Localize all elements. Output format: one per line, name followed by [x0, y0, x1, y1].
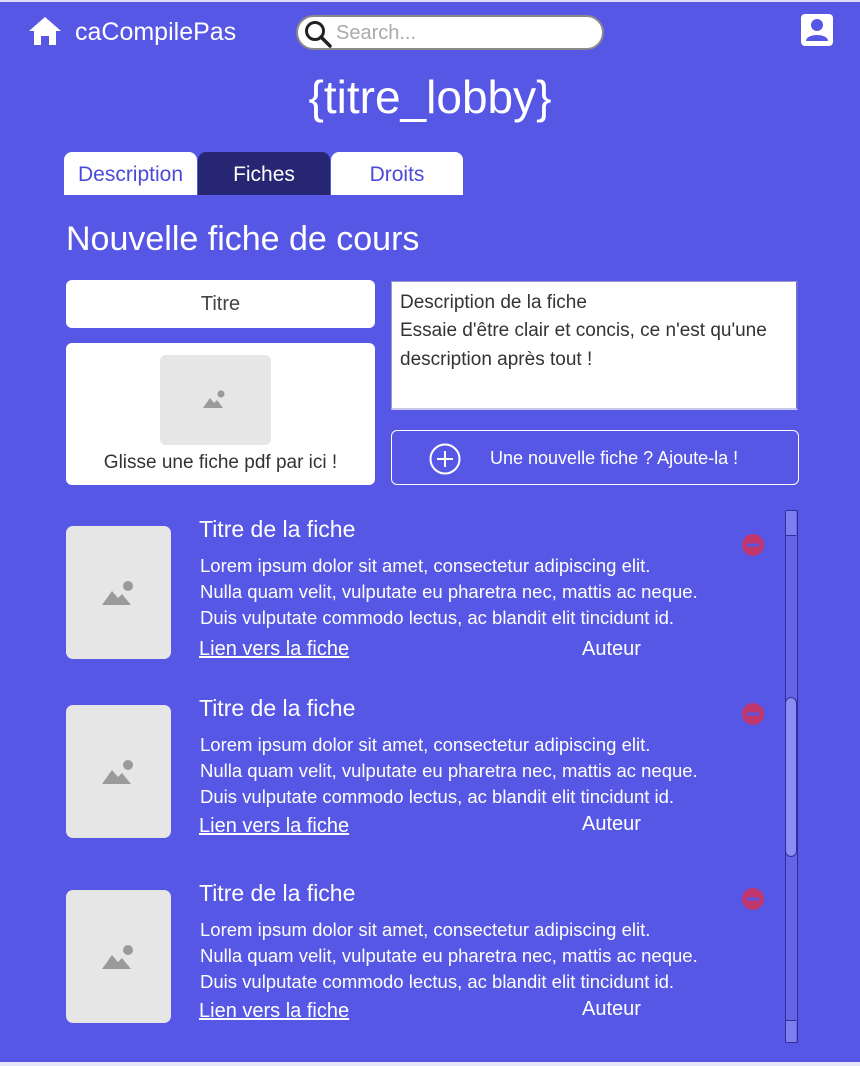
title-field[interactable] — [66, 280, 375, 328]
list-scrollbar[interactable] — [785, 510, 798, 1043]
scroll-down-button[interactable] — [786, 1020, 796, 1042]
fiche-author: Auteur — [582, 998, 641, 1020]
fiche-description: Lorem ipsum dolor sit amet, consectetur … — [200, 919, 698, 992]
description-line-1: Description de la fiche — [400, 292, 587, 313]
image-placeholder-icon — [102, 760, 133, 784]
fiche-description: Lorem ipsum dolor sit amet, consectetur … — [200, 555, 698, 628]
pdf-dropzone[interactable]: Glisse une fiche pdf par ici ! — [66, 343, 375, 485]
lobby-title: {titre_lobby} — [308, 71, 552, 123]
list-item: Titre de la fiche Lorem ipsum dolor sit … — [66, 516, 766, 676]
tab-description[interactable]: Description — [64, 152, 197, 195]
tab-fiches[interactable]: Fiches — [198, 152, 330, 195]
fiche-thumbnail — [66, 705, 171, 838]
description-field[interactable]: Description de la fiche Essaie d'être cl… — [391, 281, 798, 410]
home-icon[interactable] — [28, 16, 62, 46]
list-item: Titre de la fiche Lorem ipsum dolor sit … — [66, 695, 766, 855]
minus-circle-icon[interactable] — [742, 703, 764, 725]
scroll-thumb[interactable] — [785, 697, 797, 857]
fiche-link[interactable]: Lien vers la fiche — [199, 1000, 349, 1023]
bottom-border — [0, 1062, 860, 1066]
fiche-author: Auteur — [582, 813, 641, 835]
fiche-title: Titre de la fiche — [199, 695, 356, 721]
tab-droits[interactable]: Droits — [331, 152, 463, 195]
add-fiche-button[interactable]: Une nouvelle fiche ? Ajoute-la ! — [391, 430, 799, 485]
fiche-thumbnail — [66, 890, 171, 1023]
search-icon — [305, 21, 332, 48]
brand-name[interactable]: caCompilePas — [75, 18, 236, 47]
fiche-thumbnail — [66, 526, 171, 659]
scroll-up-button[interactable] — [786, 511, 796, 536]
minus-circle-icon[interactable] — [742, 888, 764, 910]
fiche-title: Titre de la fiche — [199, 880, 356, 906]
top-border — [0, 0, 860, 2]
add-fiche-label: Une nouvelle fiche ? Ajoute-la ! — [490, 448, 739, 468]
minus-circle-icon[interactable] — [742, 534, 764, 556]
image-placeholder-icon — [102, 581, 133, 605]
fiche-link[interactable]: Lien vers la fiche — [199, 638, 349, 661]
image-placeholder-icon — [102, 945, 133, 969]
fiche-link[interactable]: Lien vers la fiche — [199, 815, 349, 838]
fiche-author: Auteur — [582, 638, 641, 660]
image-placeholder-icon — [203, 390, 225, 408]
dropzone-label: Glisse une fiche pdf par ici ! — [103, 452, 338, 473]
fiche-title: Titre de la fiche — [199, 516, 356, 542]
account-icon[interactable] — [800, 13, 834, 47]
plus-circle-icon — [429, 443, 461, 475]
fiche-description: Lorem ipsum dolor sit amet, consectetur … — [200, 734, 698, 807]
search-bar[interactable] — [296, 15, 604, 50]
description-line-2: Essaie d'être clair et concis, ce n'est … — [400, 320, 767, 370]
search-input[interactable] — [336, 22, 591, 44]
list-item: Titre de la fiche Lorem ipsum dolor sit … — [66, 880, 766, 1040]
section-title: Nouvelle fiche de cours — [66, 220, 420, 258]
image-placeholder — [160, 355, 271, 445]
